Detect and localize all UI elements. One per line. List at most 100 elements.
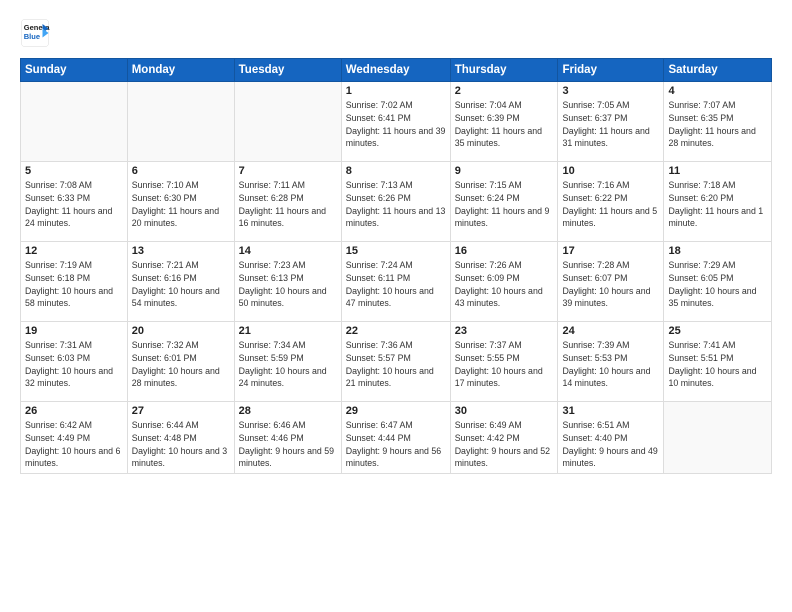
day-number: 30	[455, 405, 554, 417]
day-number: 24	[562, 325, 659, 337]
day-number: 10	[562, 165, 659, 177]
day-number: 11	[668, 165, 767, 177]
weekday-header-friday: Friday	[558, 59, 664, 82]
week-row-3: 12 Sunrise: 7:19 AM Sunset: 6:18 PM Dayli…	[21, 242, 772, 322]
day-number: 31	[562, 405, 659, 417]
day-number: 22	[346, 325, 446, 337]
day-info: Sunrise: 7:02 AM Sunset: 6:41 PM Dayligh…	[346, 99, 446, 150]
day-cell: 18Sunrise: 7:29 AM Sunset: 6:05 PM Dayli…	[664, 242, 772, 322]
day-info: Sunrise: 7:21 AM Sunset: 6:16 PM Dayligh…	[132, 259, 230, 310]
day-number: 8	[346, 165, 446, 177]
svg-text:Blue: Blue	[24, 32, 40, 41]
day-info: Sunrise: 6:44 AM Sunset: 4:48 PM Dayligh…	[132, 419, 230, 470]
day-info: Sunrise: 7:05 AM Sunset: 6:37 PM Dayligh…	[562, 99, 659, 150]
day-info: Sunrise: 7:36 AM Sunset: 5:57 PM Dayligh…	[346, 339, 446, 390]
day-cell: 9 Sunrise: 7:15 AM Sunset: 6:24 PM Daylig…	[450, 162, 558, 242]
day-number: 21	[239, 325, 337, 337]
header: General Blue	[20, 18, 772, 48]
day-cell: 6 Sunrise: 7:10 AM Sunset: 6:30 PM Daylig…	[127, 162, 234, 242]
day-number: 3	[562, 85, 659, 97]
day-info: Sunrise: 7:08 AM Sunset: 6:33 PM Dayligh…	[25, 179, 123, 230]
weekday-header-thursday: Thursday	[450, 59, 558, 82]
day-info: Sunrise: 7:04 AM Sunset: 6:39 PM Dayligh…	[455, 99, 554, 150]
day-number: 20	[132, 325, 230, 337]
day-cell: 7 Sunrise: 7:11 AM Sunset: 6:28 PM Daylig…	[234, 162, 341, 242]
day-cell: 28Sunrise: 6:46 AM Sunset: 4:46 PM Dayli…	[234, 402, 341, 474]
day-cell	[664, 402, 772, 474]
day-number: 5	[25, 165, 123, 177]
day-cell: 14 Sunrise: 7:23 AM Sunset: 6:13 PM Dayli…	[234, 242, 341, 322]
day-info: Sunrise: 6:47 AM Sunset: 4:44 PM Dayligh…	[346, 419, 446, 470]
day-cell: 19 Sunrise: 7:31 AM Sunset: 6:03 PM Dayli…	[21, 322, 128, 402]
logo: General Blue	[20, 18, 54, 48]
day-cell: 26 Sunrise: 6:42 AM Sunset: 4:49 PM Dayli…	[21, 402, 128, 474]
day-number: 17	[562, 245, 659, 257]
day-number: 26	[25, 405, 123, 417]
day-cell: 25Sunrise: 7:41 AM Sunset: 5:51 PM Dayli…	[664, 322, 772, 402]
day-info: Sunrise: 7:28 AM Sunset: 6:07 PM Dayligh…	[562, 259, 659, 310]
day-cell: 23 Sunrise: 7:37 AM Sunset: 5:55 PM Dayli…	[450, 322, 558, 402]
day-info: Sunrise: 7:41 AM Sunset: 5:51 PM Dayligh…	[668, 339, 767, 390]
day-cell: 16Sunrise: 7:26 AM Sunset: 6:09 PM Dayli…	[450, 242, 558, 322]
day-number: 6	[132, 165, 230, 177]
day-info: Sunrise: 6:51 AM Sunset: 4:40 PM Dayligh…	[562, 419, 659, 470]
day-info: Sunrise: 7:32 AM Sunset: 6:01 PM Dayligh…	[132, 339, 230, 390]
logo-icon: General Blue	[20, 18, 50, 48]
day-info: Sunrise: 7:07 AM Sunset: 6:35 PM Dayligh…	[668, 99, 767, 150]
day-info: Sunrise: 7:29 AM Sunset: 6:05 PM Dayligh…	[668, 259, 767, 310]
day-cell: 30Sunrise: 6:49 AM Sunset: 4:42 PM Dayli…	[450, 402, 558, 474]
day-info: Sunrise: 7:37 AM Sunset: 5:55 PM Dayligh…	[455, 339, 554, 390]
day-cell	[234, 82, 341, 162]
day-cell: 20 Sunrise: 7:32 AM Sunset: 6:01 PM Dayli…	[127, 322, 234, 402]
week-row-4: 19 Sunrise: 7:31 AM Sunset: 6:03 PM Dayli…	[21, 322, 772, 402]
day-cell: 27 Sunrise: 6:44 AM Sunset: 4:48 PM Dayli…	[127, 402, 234, 474]
day-cell: 4 Sunrise: 7:07 AM Sunset: 6:35 PM Daylig…	[664, 82, 772, 162]
day-cell: 2 Sunrise: 7:04 AM Sunset: 6:39 PM Daylig…	[450, 82, 558, 162]
weekday-header-row: SundayMondayTuesdayWednesdayThursdayFrid…	[21, 59, 772, 82]
day-number: 19	[25, 325, 123, 337]
day-info: Sunrise: 7:19 AM Sunset: 6:18 PM Dayligh…	[25, 259, 123, 310]
day-number: 9	[455, 165, 554, 177]
day-cell: 10 Sunrise: 7:16 AM Sunset: 6:22 PM Dayli…	[558, 162, 664, 242]
day-cell: 5 Sunrise: 7:08 AM Sunset: 6:33 PM Daylig…	[21, 162, 128, 242]
day-info: Sunrise: 6:42 AM Sunset: 4:49 PM Dayligh…	[25, 419, 123, 470]
day-info: Sunrise: 7:10 AM Sunset: 6:30 PM Dayligh…	[132, 179, 230, 230]
day-cell: 3 Sunrise: 7:05 AM Sunset: 6:37 PM Daylig…	[558, 82, 664, 162]
day-cell: 22 Sunrise: 7:36 AM Sunset: 5:57 PM Dayli…	[341, 322, 450, 402]
day-cell: 15Sunrise: 7:24 AM Sunset: 6:11 PM Dayli…	[341, 242, 450, 322]
day-cell: 11 Sunrise: 7:18 AM Sunset: 6:20 PM Dayli…	[664, 162, 772, 242]
day-cell: 24Sunrise: 7:39 AM Sunset: 5:53 PM Dayli…	[558, 322, 664, 402]
week-row-1: 1 Sunrise: 7:02 AM Sunset: 6:41 PM Daylig…	[21, 82, 772, 162]
day-number: 1	[346, 85, 446, 97]
day-info: Sunrise: 7:31 AM Sunset: 6:03 PM Dayligh…	[25, 339, 123, 390]
day-number: 7	[239, 165, 337, 177]
day-cell: 8 Sunrise: 7:13 AM Sunset: 6:26 PM Daylig…	[341, 162, 450, 242]
day-cell	[127, 82, 234, 162]
day-cell: 1 Sunrise: 7:02 AM Sunset: 6:41 PM Daylig…	[341, 82, 450, 162]
day-info: Sunrise: 7:11 AM Sunset: 6:28 PM Dayligh…	[239, 179, 337, 230]
weekday-header-sunday: Sunday	[21, 59, 128, 82]
calendar: SundayMondayTuesdayWednesdayThursdayFrid…	[20, 58, 772, 474]
day-cell: 21 Sunrise: 7:34 AM Sunset: 5:59 PM Dayli…	[234, 322, 341, 402]
day-info: Sunrise: 7:15 AM Sunset: 6:24 PM Dayligh…	[455, 179, 554, 230]
day-info: Sunrise: 7:16 AM Sunset: 6:22 PM Dayligh…	[562, 179, 659, 230]
day-number: 27	[132, 405, 230, 417]
page: General Blue SundayMondayTuesdayWednesda…	[0, 0, 792, 612]
week-row-2: 5 Sunrise: 7:08 AM Sunset: 6:33 PM Daylig…	[21, 162, 772, 242]
day-cell: 12 Sunrise: 7:19 AM Sunset: 6:18 PM Dayli…	[21, 242, 128, 322]
day-info: Sunrise: 7:23 AM Sunset: 6:13 PM Dayligh…	[239, 259, 337, 310]
day-info: Sunrise: 7:34 AM Sunset: 5:59 PM Dayligh…	[239, 339, 337, 390]
day-number: 4	[668, 85, 767, 97]
day-cell: 31 Sunrise: 6:51 AM Sunset: 4:40 PM Dayli…	[558, 402, 664, 474]
day-number: 13	[132, 245, 230, 257]
day-info: Sunrise: 7:13 AM Sunset: 6:26 PM Dayligh…	[346, 179, 446, 230]
week-row-5: 26 Sunrise: 6:42 AM Sunset: 4:49 PM Dayli…	[21, 402, 772, 474]
day-number: 29	[346, 405, 446, 417]
day-number: 16	[455, 245, 554, 257]
day-number: 23	[455, 325, 554, 337]
day-number: 14	[239, 245, 337, 257]
day-number: 12	[25, 245, 123, 257]
day-info: Sunrise: 6:46 AM Sunset: 4:46 PM Dayligh…	[239, 419, 337, 470]
day-info: Sunrise: 7:18 AM Sunset: 6:20 PM Dayligh…	[668, 179, 767, 230]
day-number: 2	[455, 85, 554, 97]
